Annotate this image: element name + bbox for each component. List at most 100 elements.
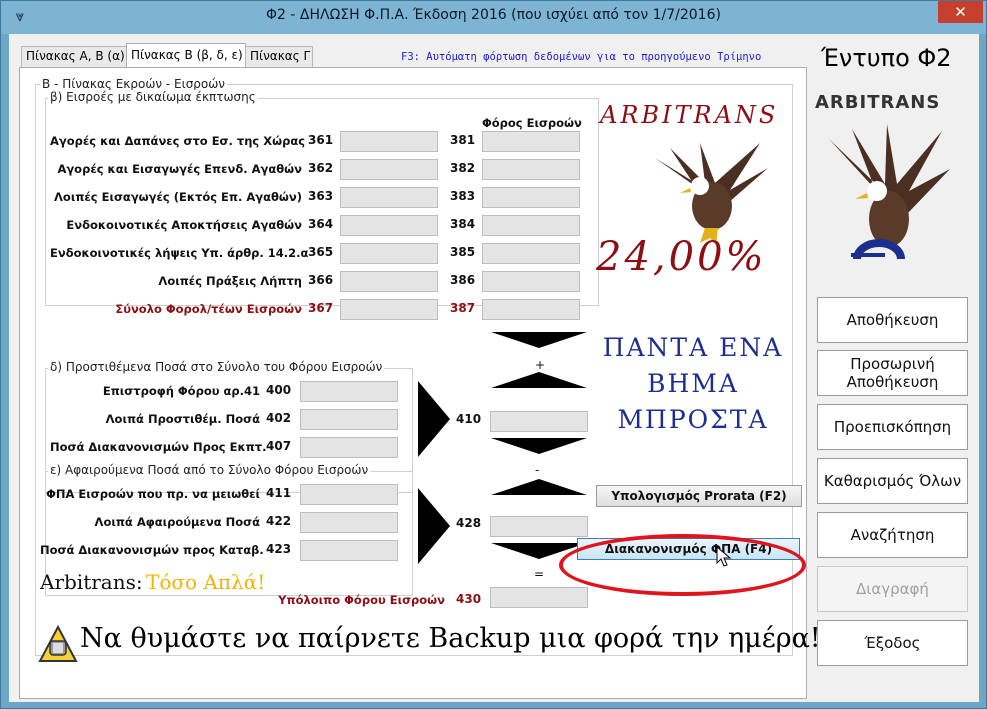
row-label: Σύνολο Φορολ/τέων Εισροών [115,302,302,316]
section-d-title: δ) Προστιθέμενα Ποσά στο Σύνολο του Φόρο… [48,360,385,374]
row-label: Ποσά Διακανονισμών προς Καταβ. [40,543,264,557]
sidebar-button-4[interactable]: Καθαρισμός Όλων [817,458,968,504]
row-label: Ενδοκοινοτικές λήψεις Υπ. άρθρ. 14.2.α [50,246,309,260]
arrow-right-428 [418,488,450,564]
close-button[interactable]: ✕ [938,1,983,23]
row-tax-input[interactable] [482,159,580,180]
sidebar-button-2[interactable]: Προσωρινή Αποθήκευση [817,350,968,396]
sidebar-button-6: Διαγραφή [817,566,968,612]
section-e-title: ε) Αφαιρούμενα Ποσά από το Σύνολο Φόρου … [48,463,371,477]
logo-rate: 24,00% [596,234,767,280]
code-410: 410 [456,412,482,426]
plus-operator: + [535,358,546,372]
sidebar-button-3[interactable]: Προεπισκόπηση [817,404,968,450]
row-code: 366 [308,273,334,287]
tab-pinakas-a-b[interactable]: Πίνακας Α, Β (α) [21,46,127,67]
row-label: Λοιπά Προστιθέμ. Ποσά [105,412,260,426]
row-label: Ενδοκοινοτικές Αποκτήσεις Αγαθών [66,218,302,232]
row-code: 400 [266,383,292,397]
row-amount-input[interactable] [340,187,438,208]
row-code: 423 [266,542,292,556]
prorata-button[interactable]: Υπολογισμός Prorata (F2) [596,485,802,507]
row-label: Ποσά Διακανονισμών Προς Εκπτ. [50,440,267,454]
row-code: 422 [266,514,292,528]
arrow-right-410 [418,381,450,457]
slogan: ΠΑΝΤΑ ΕΝΑ ΒΗΜΑ ΜΠΡΟΣΤΑ [588,330,798,438]
arrow-down-1 [491,332,587,348]
row-tax-input[interactable] [482,187,580,208]
row-amount-input[interactable] [300,512,398,533]
row-tax-code: 386 [450,273,476,287]
app-window: ⩔ Φ2 - ΔΗΛΩΣΗ Φ.Π.Α. Έκδοση 2016 (που ισ… [0,0,987,709]
tax-column-header: Φόρος Εισροών [482,116,582,130]
row-amount-input[interactable] [340,159,438,180]
row-label: ΦΠΑ Εισροών που πρ. να μειωθεί [46,487,260,501]
tab-pinakas-c[interactable]: Πίνακας Γ [245,46,313,67]
panel-title: Β - Πίνακας Εκροών - Εισροών [40,77,228,91]
row-label: Λοιπές Πράξεις Λήπτη [158,274,302,288]
remaining-label: Υπόλοιπο Φόρου Εισροών [278,593,445,607]
f3-hint: F3: Αυτόματη φόρτωση δεδομένων για το πρ… [401,51,762,63]
row-amount-input[interactable] [300,437,398,458]
row-amount-input[interactable] [340,299,438,320]
row-amount-input[interactable] [300,540,398,561]
row-label: Επιστροφή Φόρου αρ.41 [102,384,260,398]
row-tax-code: 381 [450,133,476,147]
row-code: 367 [308,301,334,315]
backup-reminder: Να θυμάστε να παίρνετε Backup μια φορά τ… [80,623,821,654]
eagle-logo [655,143,768,245]
field-410-value[interactable] [490,411,588,432]
form-title: Έντυπο Φ2 [821,44,952,72]
window-title: Φ2 - ΔΗΛΩΣΗ Φ.Π.Α. Έκδοση 2016 (που ισχύ… [266,7,721,23]
row-amount-input[interactable] [340,243,438,264]
row-code: 361 [308,133,334,147]
title-bar: ⩔ Φ2 - ΔΗΛΩΣΗ Φ.Π.Α. Έκδοση 2016 (που ισ… [1,1,986,34]
warning-icon [38,625,78,662]
row-amount-input[interactable] [300,409,398,430]
tagline-brand: Arbitrans: [40,570,143,594]
highlight-ellipse [559,534,806,596]
field-428-value[interactable] [490,516,588,537]
row-tax-input[interactable] [482,243,580,264]
field-430-value[interactable] [490,587,588,608]
minus-operator: - [535,463,540,477]
code-430: 430 [456,592,482,606]
logo-brand-script: ARBITRANS [600,101,779,129]
tab-panel: Β - Πίνακας Εκροών - Εισροών β) Εισροές … [19,67,821,699]
row-label: Αγορές και Εισαγωγές Επενδ. Αγαθών [57,162,302,176]
row-code: 402 [266,411,292,425]
arrow-up-2 [491,479,587,495]
row-tax-code: 382 [450,161,476,175]
row-code: 363 [308,189,334,203]
row-code: 362 [308,161,334,175]
sidebar-button-1[interactable]: Αποθήκευση [817,297,968,343]
section-b-title: β) Εισροές με δικαίωμα έκπτωσης [48,90,258,104]
row-tax-code: 384 [450,217,476,231]
row-tax-code: 387 [450,301,476,315]
row-code: 365 [308,245,334,259]
sidebar-eagle-logo [829,124,950,260]
row-label: Αγορές και Δαπάνες στο Εσ. της Χώρας [50,134,306,148]
slogan-line-2: ΒΗΜΑ [647,369,739,398]
sidebar-brand: ARBITRANS [815,92,941,113]
row-tax-input[interactable] [482,271,580,292]
row-tax-input[interactable] [482,215,580,236]
row-code: 411 [266,486,292,500]
row-label: Λοιπά Αφαιρούμενα Ποσά [94,515,260,529]
arrow-up-1 [491,372,587,388]
client-area: Πίνακας Α, Β (α) Πίνακας Β (β, δ, ε) Πίν… [9,34,979,702]
tab-pinakas-b-bde[interactable]: Πίνακας Β (β, δ, ε) [126,43,246,68]
row-amount-input[interactable] [300,484,398,505]
row-tax-code: 385 [450,245,476,259]
mouse-cursor-icon [716,546,732,567]
row-tax-input[interactable] [482,131,580,152]
row-amount-input[interactable] [340,271,438,292]
row-amount-input[interactable] [340,215,438,236]
sidebar-button-5[interactable]: Αναζήτηση [817,512,968,558]
row-tax-input[interactable] [482,299,580,320]
row-amount-input[interactable] [340,131,438,152]
arrow-down-2 [491,438,587,454]
row-amount-input[interactable] [300,381,398,402]
tagline-text: Τόσο Απλά! [146,570,266,594]
sidebar-button-7[interactable]: Έξοδος [817,620,968,666]
